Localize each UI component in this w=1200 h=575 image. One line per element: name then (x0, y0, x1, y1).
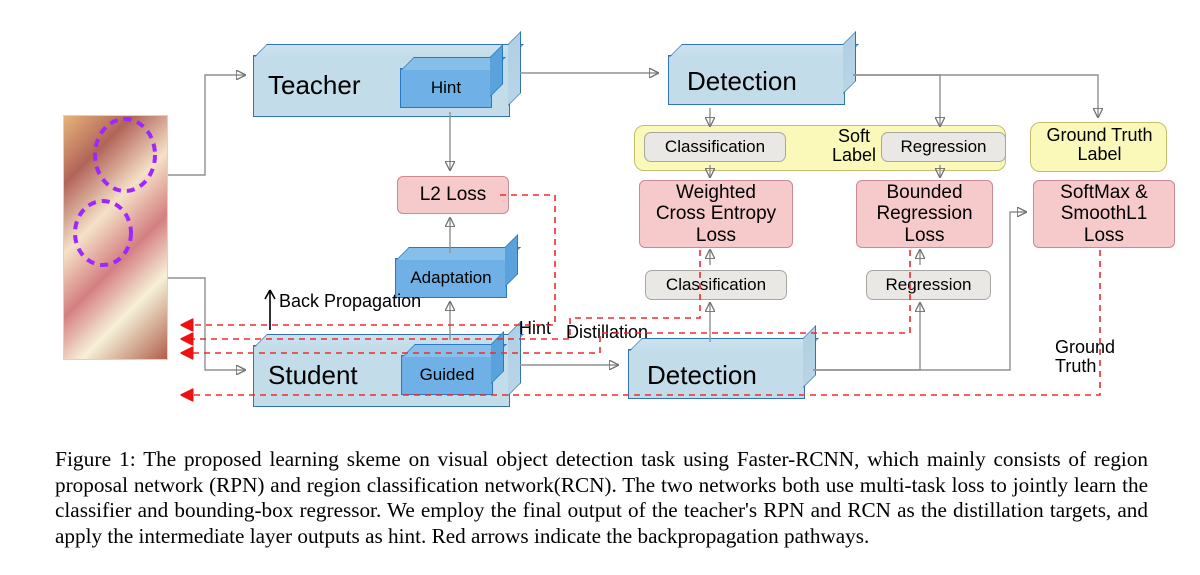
classification-bottom-box: Classification (645, 270, 787, 300)
weighted-ce-loss-box: WeightedCross EntropyLoss (639, 180, 793, 248)
regression-bottom-box: Regression (866, 270, 991, 300)
student-guided-label: Guided (402, 365, 492, 385)
figure-caption-body: The proposed learning skeme on visual ob… (55, 447, 1148, 548)
l2-loss-box: L2 Loss (397, 176, 509, 214)
l2-loss-label: L2 Loss (420, 184, 487, 205)
bounded-reg-loss-box: BoundedRegressionLoss (856, 180, 993, 248)
soft-label-text: SoftLabel (819, 127, 889, 165)
regression-bottom-label: Regression (886, 275, 972, 294)
detection-top-label: Detection (687, 66, 797, 97)
detection-top-block: Detection (668, 55, 845, 105)
teacher-hint-label: Hint (401, 78, 491, 98)
adaptation-label: Adaptation (396, 268, 506, 288)
regression-top-box: Regression (881, 132, 1006, 162)
student-label: Student (268, 360, 358, 391)
classification-top-box: Classification (644, 132, 786, 162)
hint-annotation: Hint (519, 318, 551, 339)
figure-caption: Figure 1: The proposed learning skeme on… (55, 447, 1148, 549)
ground-truth-annotation: GroundTruth (1055, 338, 1115, 376)
face-annotation-ellipses (63, 115, 168, 360)
ground-truth-label-text: Ground TruthLabel (1037, 126, 1162, 164)
softmax-smoothl1-box: SoftMax &SmoothL1Loss (1033, 180, 1175, 248)
classification-bottom-label: Classification (666, 275, 766, 294)
student-guided-block: Guided (401, 355, 493, 395)
figure-number: Figure 1: (55, 447, 136, 471)
diagram-area: Teacher Hint Student Guided Adaptation L… (0, 0, 1200, 435)
distillation-annotation: Distillation (566, 322, 648, 343)
classification-top-label: Classification (665, 137, 765, 156)
connector-wires (0, 0, 1200, 435)
input-image (63, 115, 168, 360)
ground-truth-label-group: Ground TruthLabel (1030, 122, 1167, 172)
regression-top-label: Regression (901, 137, 987, 156)
figure-root: Teacher Hint Student Guided Adaptation L… (0, 0, 1200, 575)
teacher-hint-block: Hint (400, 68, 492, 108)
backprop-annotation: Back Propagation (279, 291, 421, 312)
detection-bottom-label: Detection (647, 360, 757, 391)
weighted-ce-loss-label: WeightedCross EntropyLoss (656, 182, 776, 246)
detection-bottom-block: Detection (628, 349, 805, 399)
bounded-reg-loss-label: BoundedRegressionLoss (876, 182, 972, 246)
teacher-label: Teacher (268, 70, 361, 101)
softmax-smoothl1-label: SoftMax &SmoothL1Loss (1060, 182, 1148, 246)
